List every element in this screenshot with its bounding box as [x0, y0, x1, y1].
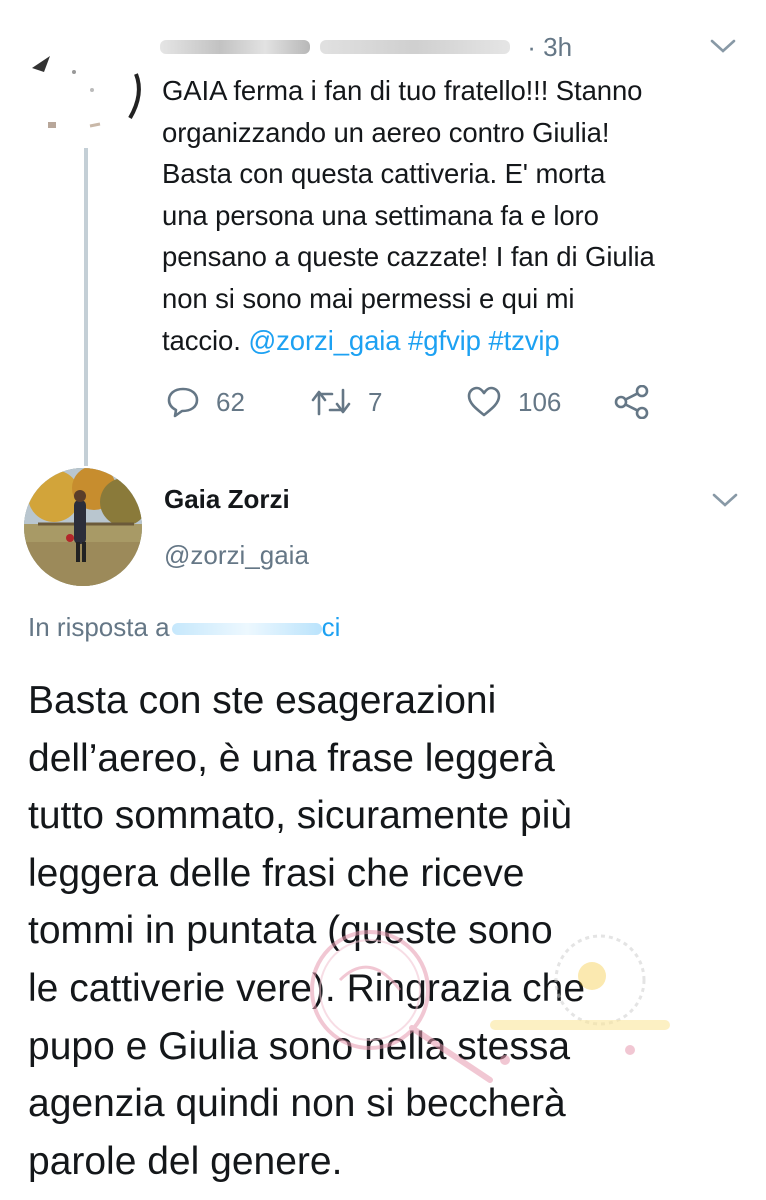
share-button[interactable] — [613, 380, 667, 424]
tweet-timestamp: 3h — [543, 31, 573, 62]
redacted-author-handle — [320, 40, 510, 55]
retweet-icon — [311, 388, 351, 416]
like-count: 106 — [518, 386, 562, 417]
tweet-text-line: agenzia quindi non si beccherà — [28, 1082, 566, 1126]
tweet-text-line: organizzando un aereo contro Giulia! — [162, 116, 610, 148]
tweet-text-line: tommi in puntata (queste sono — [28, 909, 553, 953]
parent-tweet-text: GAIA ferma i fan di tuo fratello!!! Stan… — [162, 70, 747, 361]
hashtag-link[interactable]: #gfvip — [408, 325, 481, 356]
reply-button[interactable]: 62 — [166, 380, 245, 424]
parent-tweet-header: · 3h — [160, 30, 640, 64]
tweet-text-line: pupo e Giulia sono nella stessa — [28, 1024, 571, 1068]
like-button[interactable]: 106 — [466, 380, 561, 424]
tweet-text-line: le cattiverie vere). Ringrazia che — [28, 966, 586, 1010]
reply-tweet-text: Basta con ste esagerazioni dell’aereo, è… — [28, 672, 748, 1190]
redacted-author-name — [160, 40, 310, 55]
tweet-text-line: pensano a queste cazzate! I fan di Giuli… — [162, 241, 655, 273]
cropped-avatar-fragment[interactable] — [20, 38, 150, 148]
tweet-text-line: taccio. @zorzi_gaia #gfvip #tzvip — [162, 320, 747, 362]
retweet-button[interactable]: 7 — [310, 380, 382, 424]
reply-count: 62 — [216, 386, 245, 417]
chevron-down-icon[interactable] — [712, 492, 738, 508]
retweet-count: 7 — [368, 386, 383, 417]
avatar[interactable] — [24, 468, 142, 586]
share-icon — [614, 385, 649, 419]
tweet-text-line: Basta con questa cattiveria. E' morta — [162, 158, 606, 190]
tweet-text-line: tutto sommato, sicuramente più — [28, 794, 573, 838]
heart-icon — [467, 386, 501, 417]
tweet-text-line: GAIA ferma i fan di tuo fratello!!! Stan… — [162, 75, 643, 106]
in-reply-to: In risposta a ci — [28, 612, 340, 643]
author-handle[interactable]: @zorzi_gaia — [164, 540, 309, 571]
author-name[interactable]: Gaia Zorzi — [164, 484, 290, 515]
reply-target-link[interactable]: ci — [322, 612, 341, 642]
redacted-reply-target — [171, 623, 322, 636]
speech-bubble-icon — [167, 387, 199, 418]
hashtag-link[interactable]: #tzvip — [488, 325, 559, 356]
tweet-action-bar: 62 7 106 — [0, 380, 766, 424]
tweet-text-line: parole del genere. — [28, 1139, 343, 1183]
tweet-text-line: dell’aereo, è una frase leggerà — [28, 736, 555, 780]
mention-link[interactable]: @zorzi_gaia — [248, 325, 400, 356]
tweet-text-line: una persona una settimana fa e loro — [162, 199, 599, 231]
tweet-text-line: non si sono mai permessi e qui mi — [162, 282, 575, 314]
profile-photo — [24, 468, 142, 586]
tweet-text-line: Basta con ste esagerazioni — [28, 679, 497, 722]
tweet-text-fragment: taccio. — [162, 324, 241, 356]
in-reply-label: In risposta a — [28, 612, 170, 642]
tweet-text-line: leggera delle frasi che riceve — [28, 851, 525, 895]
chevron-down-icon[interactable] — [710, 38, 736, 54]
